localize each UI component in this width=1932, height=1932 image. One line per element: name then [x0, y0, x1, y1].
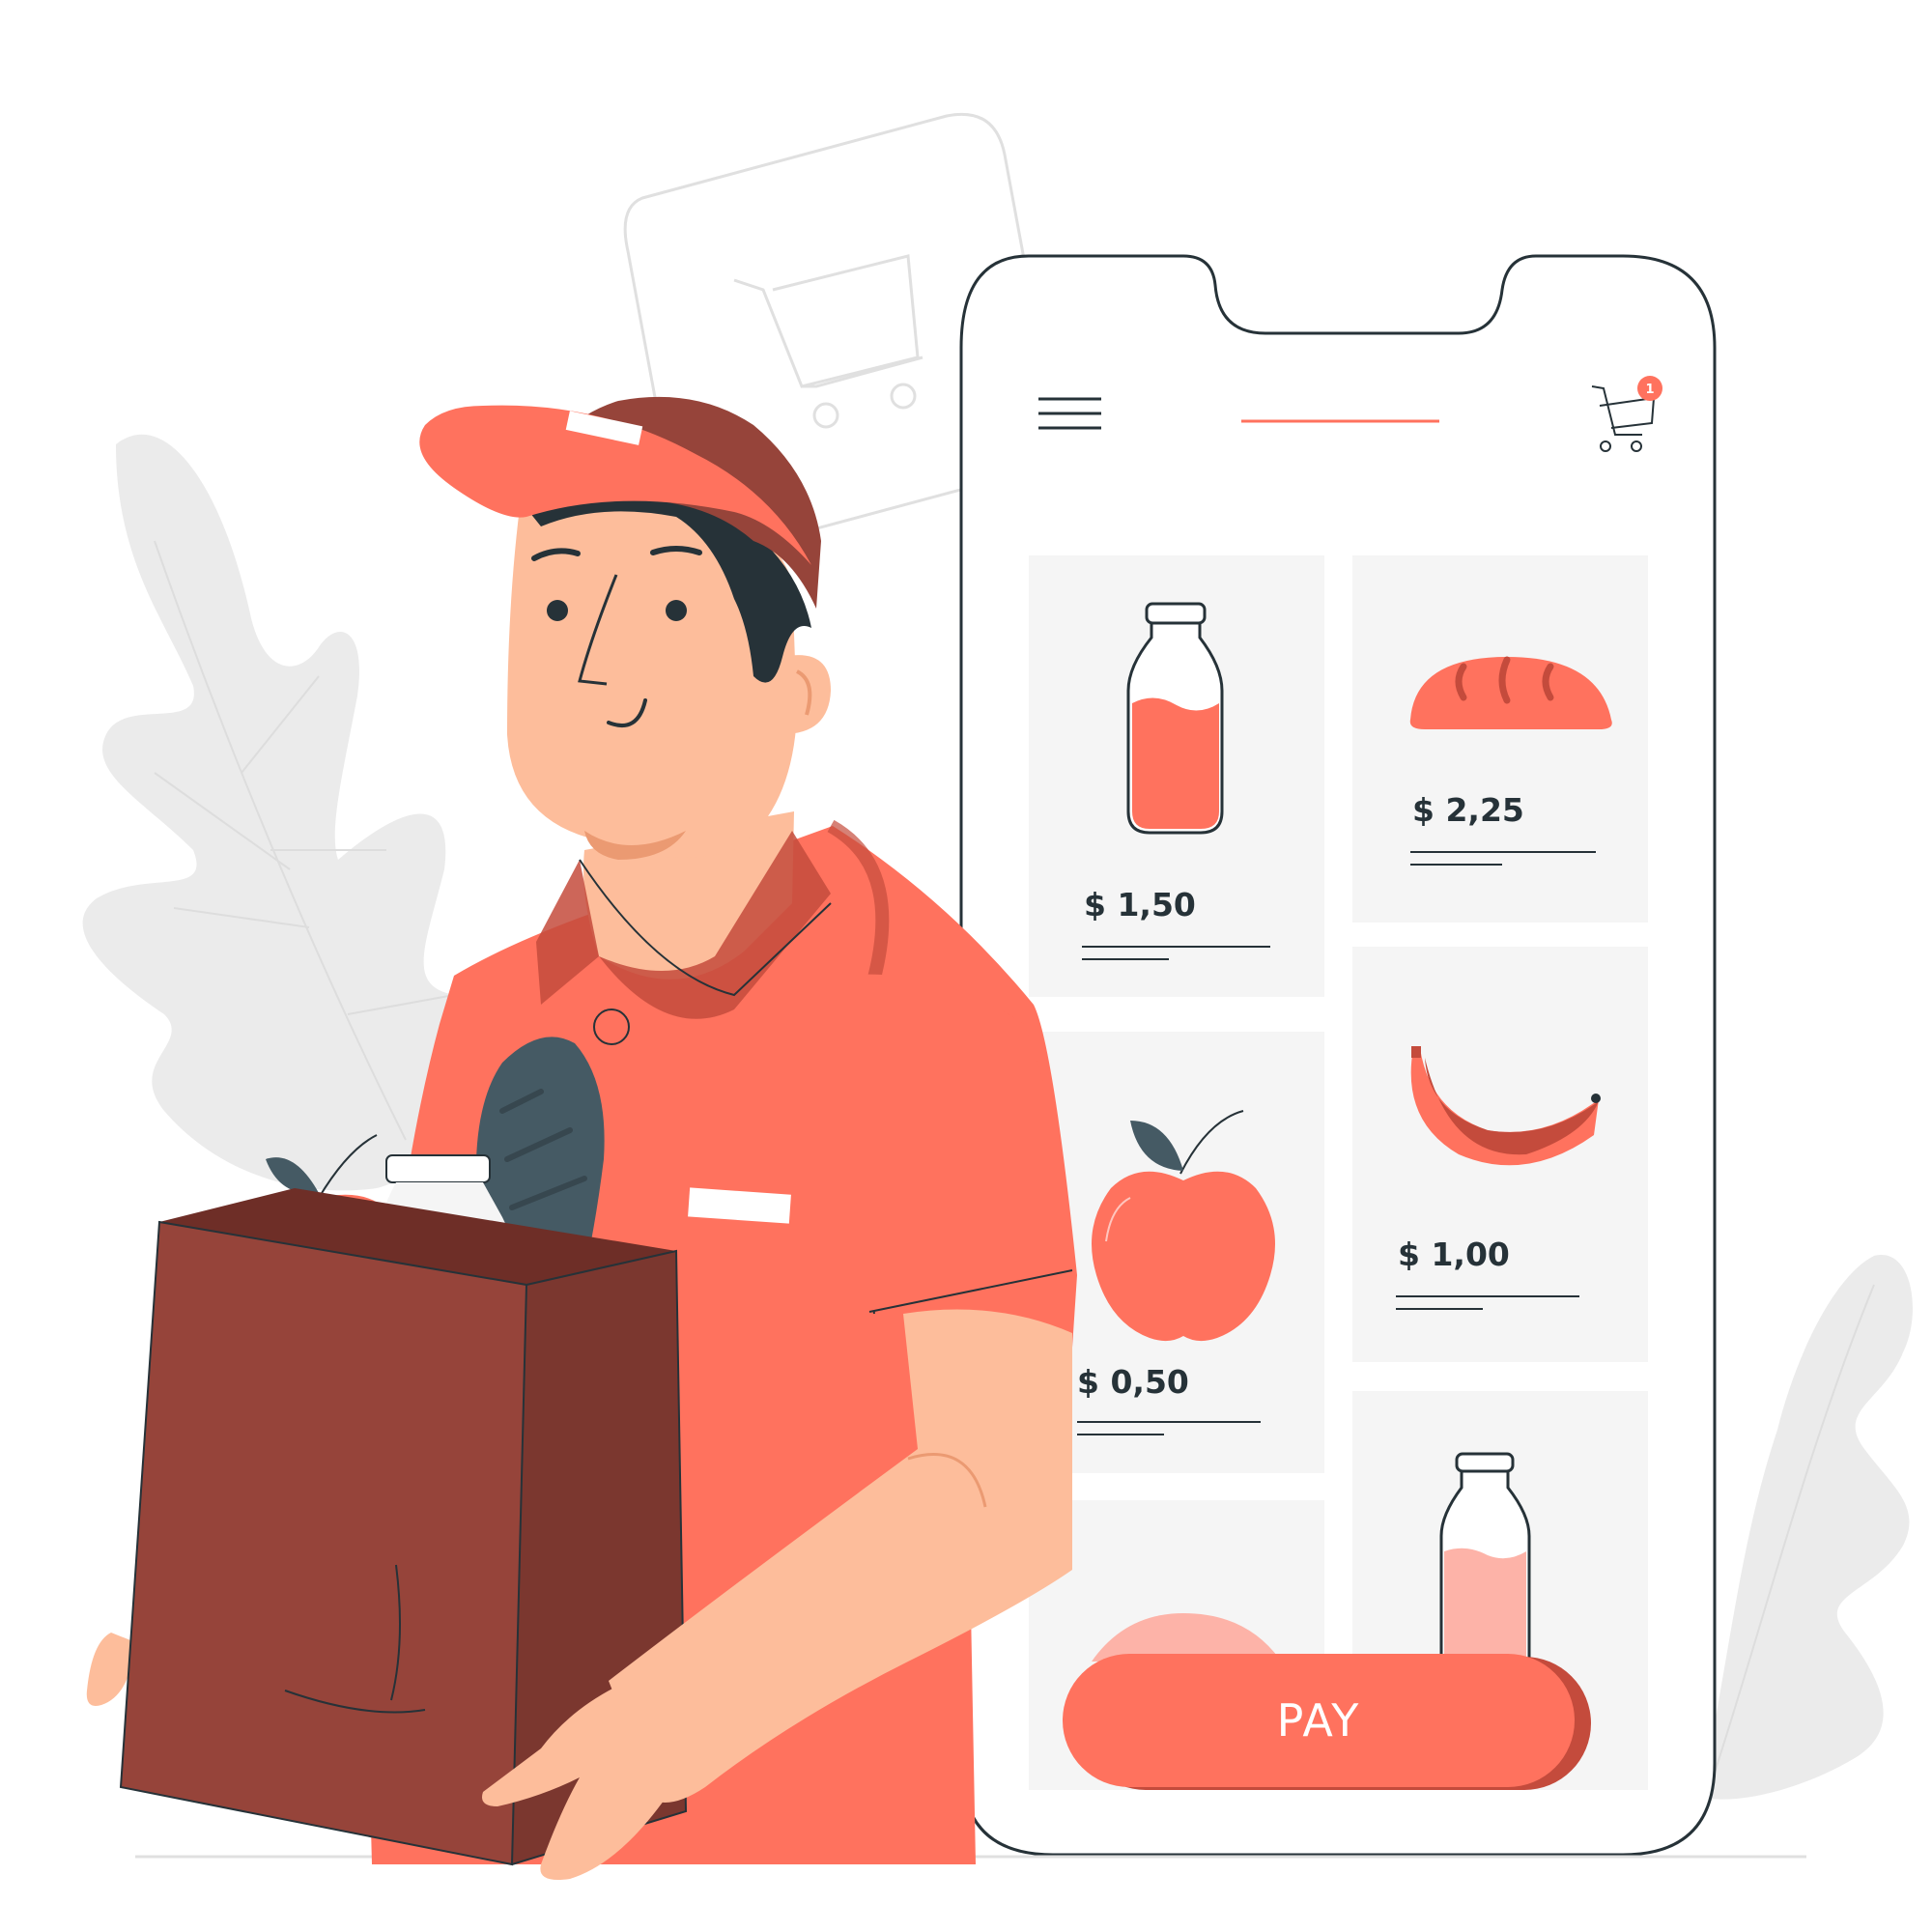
delivery-illustration: 1 $ 1,50 $ 2,25 $ 0,50 $ 1,00 PAY: [82, 112, 1913, 1880]
product-card-bottle[interactable]: $ 1,50: [1029, 555, 1324, 997]
illustration-stage: 1 $ 1,50 $ 2,25 $ 0,50 $ 1,00 PAY: [0, 0, 1932, 1932]
product-price: $ 2,25: [1412, 791, 1524, 829]
background-leaf-right: [1700, 1255, 1913, 1800]
phone-mockup: 1 $ 1,50 $ 2,25 $ 0,50 $ 1,00 PAY: [959, 254, 1717, 1857]
pay-button[interactable]: PAY: [1063, 1654, 1591, 1790]
product-price: $ 0,50: [1077, 1363, 1189, 1401]
product-price: $ 1,00: [1398, 1236, 1510, 1273]
product-card-banana[interactable]: $ 1,00: [1352, 947, 1648, 1362]
pay-button-label: PAY: [1277, 1694, 1361, 1747]
shirt-button: [593, 1009, 630, 1045]
product-card-bread[interactable]: $ 2,25: [1352, 555, 1648, 923]
product-price: $ 1,50: [1084, 886, 1196, 923]
cart-badge: 1: [1637, 376, 1662, 401]
cart-badge-count: 1: [1645, 383, 1654, 397]
ear: [782, 655, 831, 734]
